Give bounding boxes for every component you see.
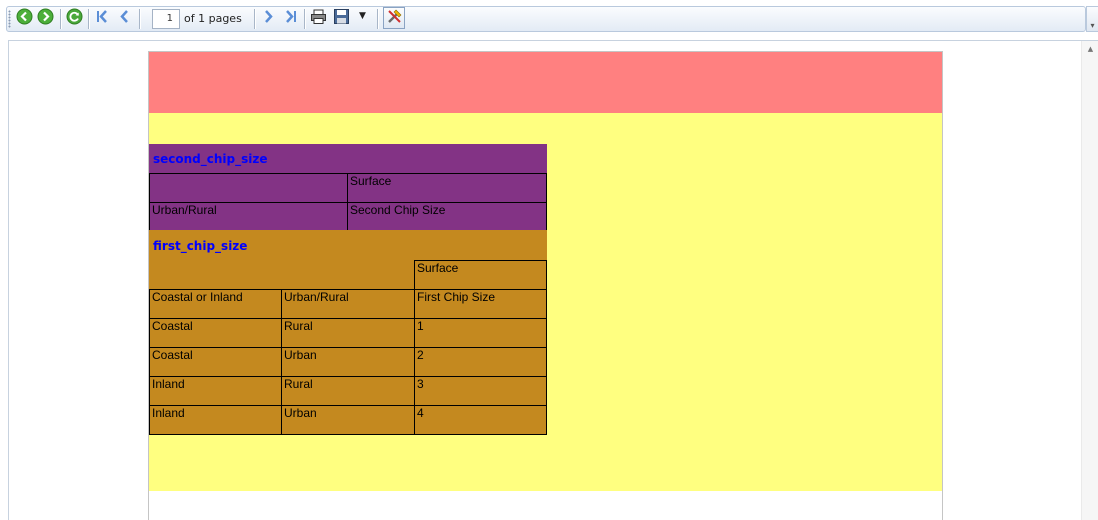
previous-page-icon [116, 8, 133, 29]
table-cell: Coastal [149, 347, 282, 377]
first-chip-size-corner-area [149, 259, 414, 290]
refresh-icon [66, 8, 83, 29]
overflow-arrow-icon: ▾ [1090, 21, 1095, 30]
print-icon [310, 8, 327, 29]
back-button[interactable] [15, 8, 34, 29]
report-page: second_chip_size Surface Urban/Rural Sec… [148, 51, 943, 520]
table-cell: Rural [281, 376, 415, 406]
print-button[interactable] [309, 9, 328, 28]
first-chip-size-group-header: Surface [414, 260, 547, 290]
last-page-button[interactable] [281, 9, 300, 28]
tools-icon [386, 8, 403, 29]
toolbar-separator [377, 9, 378, 29]
table-cell: Urban [281, 347, 415, 377]
next-page-button[interactable] [259, 9, 278, 28]
forward-icon [37, 8, 54, 29]
second-chip-size-column-header: Urban/Rural [149, 202, 348, 231]
second-chip-size-group-header: Surface [347, 173, 547, 203]
tools-button[interactable] [383, 7, 405, 29]
forward-button[interactable] [36, 8, 55, 29]
table-cell: Inland [149, 376, 282, 406]
scroll-up-arrow-icon[interactable]: ▲ [1082, 43, 1098, 55]
table-cell: Inland [149, 405, 282, 435]
toolbar-separator [60, 9, 61, 29]
table-cell: 4 [414, 405, 547, 435]
report-viewer-toolbar: 1 of 1 pages ▼ ▾ [0, 0, 1098, 36]
toolbar-grip [8, 10, 11, 28]
table-cell: 3 [414, 376, 547, 406]
last-page-icon [282, 8, 299, 29]
second-chip-size-corner-cell [149, 173, 348, 203]
toolbar-separator [254, 9, 255, 29]
dropdown-arrow-icon: ▼ [359, 11, 366, 21]
page-number-input[interactable]: 1 [152, 9, 180, 29]
first-page-button[interactable] [93, 9, 112, 28]
report-header-band [149, 52, 942, 113]
first-chip-size-column-header: Urban/Rural [281, 289, 415, 319]
vertical-scrollbar[interactable]: ▲ [1081, 41, 1098, 520]
first-chip-size-title: first_chip_size [153, 239, 248, 253]
save-format-dropdown[interactable]: ▼ [359, 11, 366, 21]
save-icon [333, 8, 350, 29]
second-chip-size-title: second_chip_size [153, 152, 268, 166]
toolbar-separator [88, 9, 89, 29]
toolbar-overflow-button[interactable]: ▾ [1086, 6, 1098, 32]
first-page-icon [94, 8, 111, 29]
page-count-label: of 1 pages [184, 12, 242, 25]
back-icon [16, 8, 33, 29]
table-cell: Coastal [149, 318, 282, 348]
first-chip-size-column-header: Coastal or Inland [149, 289, 282, 319]
next-page-icon [260, 8, 277, 29]
first-chip-size-column-header: First Chip Size [414, 289, 547, 319]
previous-page-button[interactable] [115, 9, 134, 28]
table-cell: 1 [414, 318, 547, 348]
table-cell: 2 [414, 347, 547, 377]
toolbar-separator [139, 9, 140, 29]
refresh-button[interactable] [65, 8, 84, 29]
save-button[interactable] [332, 9, 351, 28]
table-cell: Rural [281, 318, 415, 348]
second-chip-size-column-header: Second Chip Size [347, 202, 547, 231]
toolbar-separator [304, 9, 305, 29]
table-cell: Urban [281, 405, 415, 435]
